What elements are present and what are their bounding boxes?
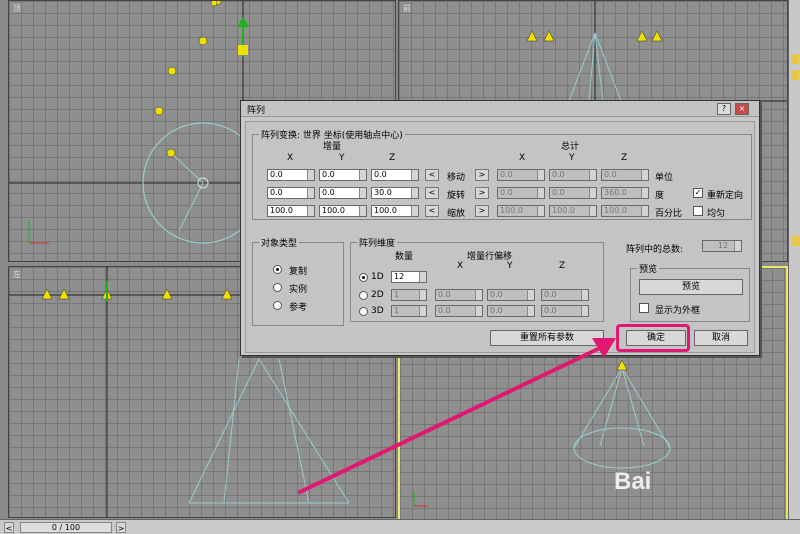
dim-2d-offset-z[interactable]: 0.0	[541, 289, 589, 301]
dialog-body: 阵列变换: 世界 坐标(使用轴点中心) 增量 总计 X Y Z X Y Z 0.…	[245, 121, 755, 353]
scale-total-z[interactable]: 100.0	[601, 205, 649, 217]
rotate-total-x[interactable]: 0.0	[497, 187, 545, 199]
move-label: 移动	[447, 173, 466, 183]
copy-radio[interactable]	[273, 265, 282, 274]
inc-axis-z: Z	[389, 153, 396, 163]
dim-2d-offset-x[interactable]: 0.0	[435, 289, 483, 301]
light-icon	[616, 359, 628, 371]
scale-label: 缩放	[447, 209, 466, 219]
dim-3d-count[interactable]: 1	[391, 305, 427, 317]
count-header: 数量	[395, 252, 414, 262]
scale-total-x[interactable]: 100.0	[497, 205, 545, 217]
help-button[interactable]: ?	[717, 103, 731, 115]
dim-3d-offset-y[interactable]: 0.0	[487, 305, 535, 317]
total-axis-y: Y	[569, 153, 575, 163]
preview-group-label: 预览	[637, 262, 660, 275]
object-type-group: 对象类型 复制 实例 参考	[252, 236, 344, 326]
show-as-box-checkbox[interactable]	[639, 303, 649, 313]
dialog-titlebar[interactable]: 阵列 ? ×	[241, 101, 759, 117]
command-panel-strip[interactable]	[788, 0, 800, 534]
move-left-arrow[interactable]: <	[425, 169, 439, 181]
dim-3d-label: 3D	[371, 306, 384, 316]
uniform-checkbox[interactable]	[693, 206, 703, 216]
offset-axis-z: Z	[559, 261, 566, 271]
move-inc-z[interactable]: 0.0	[371, 169, 419, 181]
time-next-button[interactable]: >	[116, 522, 126, 533]
uniform-label: 均匀	[707, 209, 726, 219]
time-prev-button[interactable]: <	[4, 522, 14, 533]
reference-radio[interactable]	[273, 301, 282, 310]
total-in-array-label: 阵列中的总数:	[626, 245, 684, 255]
dim-2d-radio[interactable]	[359, 291, 368, 300]
inc-axis-x: X	[287, 153, 294, 163]
dim-1d-label: 1D	[371, 272, 384, 282]
dim-2d-count[interactable]: 1	[391, 289, 427, 301]
reorient-checkbox[interactable]: ✓	[693, 188, 703, 198]
offset-header: 增量行偏移	[467, 252, 513, 262]
dim-1d-count[interactable]: 12	[391, 271, 427, 283]
scale-inc-y[interactable]: 100.0	[319, 205, 367, 217]
time-slider[interactable]: < 0 / 100 >	[0, 519, 800, 534]
reference-label: 参考	[289, 303, 308, 313]
array-dimensions-group: 阵列维度 数量 增量行偏移 X Y Z 1D 12 2D 1 0.0 0.0 0…	[350, 236, 604, 322]
watermark: Bai	[614, 468, 652, 495]
dim-2d-offset-y[interactable]: 0.0	[487, 289, 535, 301]
total-in-array-value: 12	[702, 240, 742, 252]
instance-label: 实例	[289, 285, 308, 295]
scale-inc-z[interactable]: 100.0	[371, 205, 419, 217]
reorient-label: 重新定向	[707, 191, 744, 201]
move-right-arrow[interactable]: >	[475, 169, 489, 181]
cancel-button[interactable]: 取消	[694, 330, 748, 346]
inc-axis-y: Y	[339, 153, 345, 163]
show-as-box-label: 显示为外框	[655, 306, 701, 316]
light-icon	[154, 1, 222, 158]
object-type-label: 对象类型	[259, 236, 300, 249]
rotate-inc-z[interactable]: 30.0	[371, 187, 419, 199]
rotate-right-arrow[interactable]: >	[475, 187, 489, 199]
light-icon	[41, 288, 233, 300]
scale-right-arrow[interactable]: >	[475, 205, 489, 217]
rotate-total-z[interactable]: 360.0	[601, 187, 649, 199]
total-axis-x: X	[519, 153, 526, 163]
ok-highlight-box	[616, 324, 690, 352]
array-transform-group: 阵列变换: 世界 坐标(使用轴点中心) 增量 总计 X Y Z X Y Z 0.…	[252, 128, 752, 220]
dialog-title: 阵列	[247, 106, 266, 116]
array-dimensions-label: 阵列维度	[357, 236, 398, 249]
move-inc-x[interactable]: 0.0	[267, 169, 315, 181]
preview-button[interactable]: 预览	[639, 279, 743, 295]
scale-unit: 百分比	[655, 209, 683, 219]
offset-axis-x: X	[457, 261, 464, 271]
move-total-z[interactable]: 0.0	[601, 169, 649, 181]
dim-3d-offset-x[interactable]: 0.0	[435, 305, 483, 317]
copy-label: 复制	[289, 267, 308, 277]
frame-counter[interactable]: 0 / 100	[20, 522, 112, 533]
dim-3d-offset-z[interactable]: 0.0	[541, 305, 589, 317]
preview-group: 预览 预览 显示为外框	[630, 262, 750, 322]
rotate-label: 旋转	[447, 191, 466, 201]
rotate-unit: 度	[655, 191, 665, 201]
move-total-x[interactable]: 0.0	[497, 169, 545, 181]
array-dialog: 阵列 ? × 阵列变换: 世界 坐标(使用轴点中心) 增量 总计 X Y Z X…	[240, 100, 760, 356]
rotate-total-y[interactable]: 0.0	[549, 187, 597, 199]
scale-total-y[interactable]: 100.0	[549, 205, 597, 217]
move-unit: 单位	[655, 173, 674, 183]
total-axis-z: Z	[621, 153, 628, 163]
rotate-inc-x[interactable]: 0.0	[267, 187, 315, 199]
rotate-left-arrow[interactable]: <	[425, 187, 439, 199]
move-inc-y[interactable]: 0.0	[319, 169, 367, 181]
close-button[interactable]: ×	[735, 103, 749, 115]
scale-left-arrow[interactable]: <	[425, 205, 439, 217]
move-total-y[interactable]: 0.0	[549, 169, 597, 181]
rotate-inc-y[interactable]: 0.0	[319, 187, 367, 199]
instance-radio[interactable]	[273, 283, 282, 292]
dim-1d-radio[interactable]	[359, 273, 368, 282]
scale-inc-x[interactable]: 100.0	[267, 205, 315, 217]
increment-header: 增量	[323, 142, 342, 152]
reset-all-button[interactable]: 重置所有参数	[490, 330, 604, 346]
total-header: 总计	[561, 142, 580, 152]
dim-2d-label: 2D	[371, 290, 384, 300]
dim-3d-radio[interactable]	[359, 307, 368, 316]
offset-axis-y: Y	[507, 261, 513, 271]
